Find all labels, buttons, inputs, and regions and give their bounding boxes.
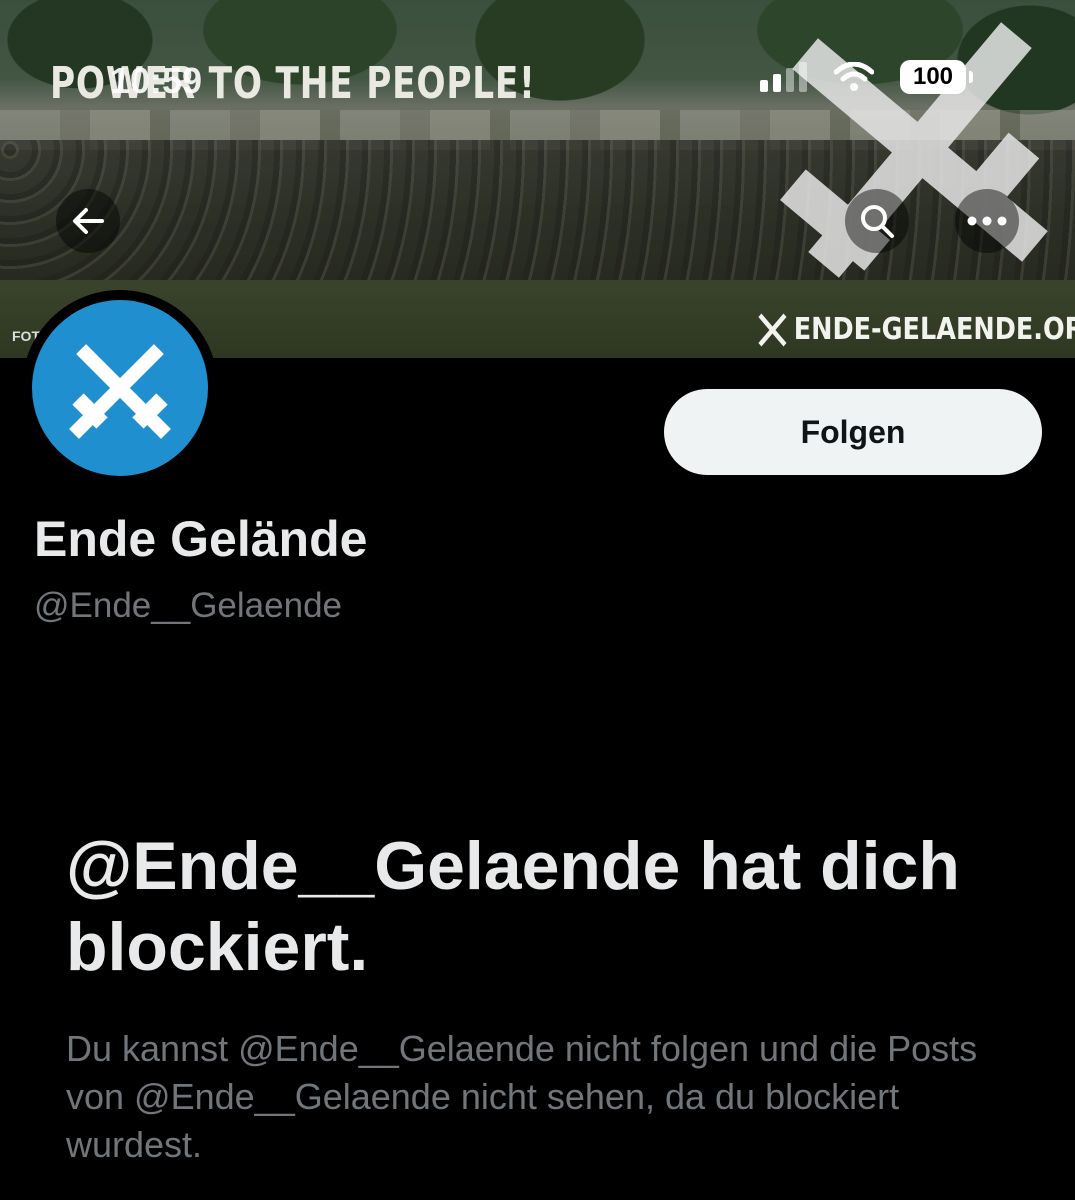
hammer-cross-icon [758, 312, 787, 347]
avatar[interactable] [22, 290, 218, 486]
display-name: Ende Gelände [34, 511, 368, 567]
banner-url: ENDE-GELAENDE.ORG [758, 312, 1075, 347]
cellular-signal-icon [760, 62, 807, 92]
back-button[interactable] [56, 189, 120, 253]
banner-url-text: ENDE-GELAENDE.ORG [793, 312, 1075, 347]
status-icons: 100 [760, 60, 973, 94]
more-button[interactable] [955, 189, 1019, 253]
search-button[interactable] [845, 189, 909, 253]
banner-logo-icon [780, 22, 1048, 278]
battery-indicator: 100 [900, 60, 973, 94]
battery-level: 100 [912, 63, 954, 90]
avatar-image [32, 300, 208, 476]
more-dots-icon [967, 216, 1007, 226]
search-icon [861, 205, 894, 238]
blocked-title: @Ende__Gelaende hat dich blockiert. [66, 828, 960, 985]
wifi-icon [834, 62, 874, 91]
follow-button[interactable]: Folgen [664, 389, 1042, 475]
status-time: 10:59 [110, 60, 203, 101]
blocked-description: Du kannst @Ende__Gelaende nicht folgen u… [66, 1028, 978, 1166]
crossed-hammers-icon [69, 344, 171, 439]
arrow-left-icon [73, 208, 104, 234]
user-handle: @Ende__Gelaende [34, 586, 342, 625]
